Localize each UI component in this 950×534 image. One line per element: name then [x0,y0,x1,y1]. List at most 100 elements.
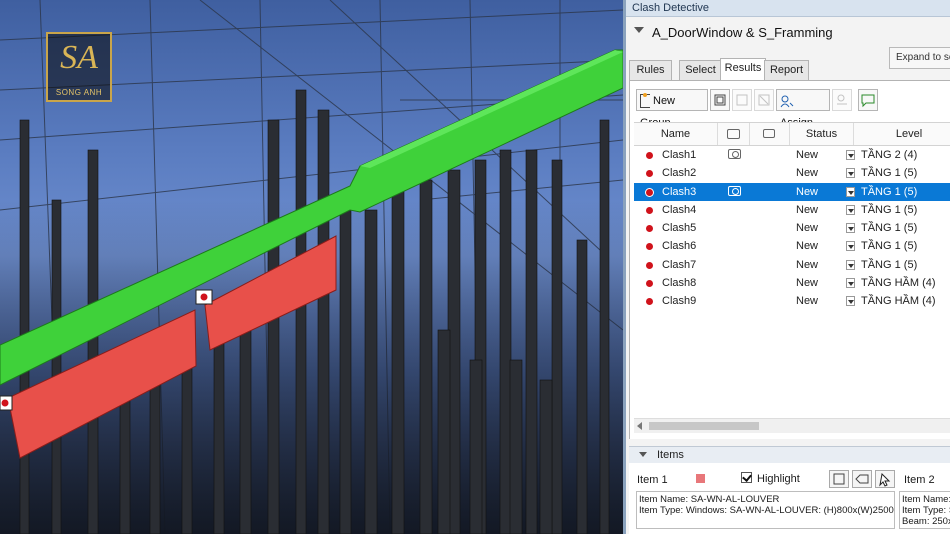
company-logo: SA SONG ANH [46,32,112,102]
tab-report[interactable]: Report [764,60,809,80]
status-dropdown-icon[interactable] [846,277,855,288]
assign-button[interactable]: Assign [776,89,830,129]
test-header[interactable]: A_DoorWindow & S_Framming [626,20,950,46]
item2-label: Item 2 [904,474,935,486]
item1-name: Item Name: SA-WN-AL-LOUVER [639,494,780,505]
result-row[interactable]: Clash3 New TẦNG 1 (5) [634,182,950,201]
select-item-button[interactable] [875,470,895,488]
clash-status-dot-icon [646,243,653,251]
3d-viewport[interactable]: SA SONG ANH [0,0,623,534]
result-level: TẦNG HẦM (4) [861,276,936,289]
status-dropdown-icon[interactable] [846,204,855,215]
viewpoint-camera-icon[interactable] [728,185,741,196]
ungroup-icon [736,94,748,106]
result-level: TẦNG 1 (5) [861,222,918,234]
result-level: TẦNG 1 (5) [861,167,918,180]
result-row[interactable]: Clash4 New TẦNG 1 (5) [634,201,950,219]
column-status[interactable]: Status [790,123,854,145]
status-dropdown-icon[interactable] [846,296,855,306]
result-name: Clash5 [662,222,697,234]
tag-icon [855,474,869,484]
column-level[interactable]: Level [854,123,950,145]
horizontal-scrollbar[interactable] [634,418,950,433]
status-dropdown-icon[interactable] [846,168,855,179]
result-row[interactable]: Clash7 New TẦNG 1 (5) [634,256,950,274]
logo-monogram: SA [60,39,98,76]
item2-type: Item Type: S [902,505,950,516]
result-status[interactable]: New [796,237,818,255]
new-group-icon [640,93,650,109]
test-name: A_DoorWindow & S_Framming [652,25,833,40]
item1-color-swatch[interactable] [696,474,705,483]
result-name: Clash2 [662,167,697,180]
items-collapse-icon[interactable] [639,452,647,457]
result-status[interactable]: New [796,201,818,219]
status-dropdown-icon[interactable] [846,186,855,197]
status-dropdown-icon[interactable] [846,150,855,160]
items-section: Item 1 Highlight Item 2 Item Name: SA-WN… [629,463,950,534]
clash-detective-panel: Clash Detective A_DoorWindow & S_Frammin… [623,0,950,534]
result-row[interactable]: Clash2 New TẦNG 1 (5) [634,164,950,182]
grid-header: Name Status Level [634,122,950,146]
comment-icon [861,94,875,108]
group-clashes-button[interactable] [710,89,730,111]
result-status[interactable]: New [796,274,818,292]
comment-column-icon [763,129,775,138]
status-dropdown-icon[interactable] [846,223,855,233]
delete-group-button[interactable] [754,89,774,111]
result-row[interactable]: Clash5 New TẦNG 1 (5) [634,219,950,237]
status-dropdown-icon[interactable] [846,259,855,270]
viewpoint-camera-icon[interactable] [728,149,741,159]
result-row[interactable]: Clash9 New TẦNG HẦM (4) [634,292,950,310]
clash-status-dot-icon [646,261,653,269]
highlight-label: Highlight [757,473,800,485]
column-camera[interactable] [718,123,750,145]
camera-icon [727,129,740,139]
unassign-button[interactable] [832,89,852,111]
results-tab-body: New Group Assign Name [629,80,950,439]
results-grid: Name Status Level Clash1 New TẦNG 2 (4) Cla… [634,122,950,310]
scroll-left-icon[interactable] [637,422,642,430]
comment-button[interactable] [858,89,878,111]
scroll-thumb[interactable] [649,422,759,430]
results-toolbar: New Group Assign [636,89,950,129]
column-comments[interactable] [750,123,790,145]
panel-title: Clash Detective [626,0,950,17]
clash-status-dot-icon [646,298,653,305]
result-row[interactable]: Clash8 New TẦNG HẦM (4) [634,274,950,292]
result-status[interactable]: New [796,183,818,201]
ungroup-button[interactable] [732,89,752,111]
result-status[interactable]: New [796,164,818,182]
result-row[interactable]: Clash6 New TẦNG 1 (5) [634,237,950,255]
result-level: TẦNG 1 (5) [861,240,918,253]
result-level: TẦNG 1 (5) [861,258,918,271]
new-group-button[interactable]: New Group [636,89,708,129]
group-item-button[interactable] [829,470,849,488]
tab-results[interactable]: Results [720,58,766,81]
result-level: TẦNG 2 (4) [861,149,918,161]
result-row[interactable]: Clash1 New TẦNG 2 (4) [634,146,950,164]
result-status[interactable]: New [796,256,818,274]
results-rows: Clash1 New TẦNG 2 (4) Clash2 New TẦNG 1 (5) Cl… [634,146,950,310]
result-name: Clash1 [662,149,697,161]
collapse-arrow-icon[interactable] [634,27,644,33]
tab-rules[interactable]: Rules [629,60,672,80]
column-name[interactable]: Name [634,123,718,145]
items-section-header[interactable]: Items [629,446,950,464]
clash-status-dot-icon [646,225,653,232]
highlight-checkbox[interactable] [741,472,752,483]
tab-select[interactable]: Select [679,60,722,80]
result-status[interactable]: New [796,219,818,237]
clash-status-dot-icon [646,152,653,159]
expand-to-selection-button[interactable]: Expand to sel [889,47,950,69]
result-name: Clash3 [662,185,697,198]
select-tag-button[interactable] [852,470,872,488]
result-status[interactable]: New [796,292,818,310]
unassign-icon [837,94,847,105]
result-status[interactable]: New [796,146,818,164]
result-level: TẦNG HẦM (4) [861,295,936,307]
result-level: TẦNG 1 (5) [861,185,918,198]
status-dropdown-icon[interactable] [846,241,855,252]
item2-extra: Beam: 250x6 [902,516,950,527]
result-name: Clash8 [662,276,697,289]
